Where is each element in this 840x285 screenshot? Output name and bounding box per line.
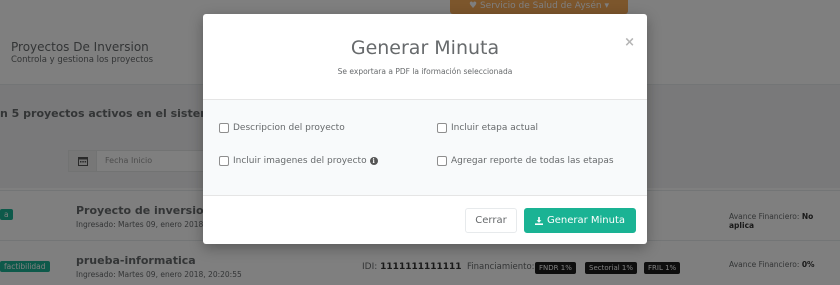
option-descripcion[interactable]: Descripcion del proyecto xyxy=(219,123,345,133)
checkbox[interactable] xyxy=(219,123,229,133)
generate-minuta-modal: × Generar Minuta Se exportara a PDF la i… xyxy=(203,14,647,244)
option-label: Incluir imagenes del proyecto xyxy=(233,156,367,166)
checkbox[interactable] xyxy=(437,156,447,166)
option-label: Descripcion del proyecto xyxy=(233,123,345,133)
option-label: Incluir etapa actual xyxy=(451,123,538,133)
generate-minuta-button[interactable]: Generar Minuta xyxy=(524,208,636,233)
checkbox[interactable] xyxy=(219,156,229,166)
checkbox[interactable] xyxy=(437,123,447,133)
option-etapa-actual[interactable]: Incluir etapa actual xyxy=(437,123,538,133)
modal-title: Generar Minuta xyxy=(350,37,500,59)
option-reporte-etapas[interactable]: Agregar reporte de todas las etapas xyxy=(437,156,614,166)
modal-body: Descripcion del proyecto Incluir etapa a… xyxy=(203,99,647,196)
modal-subtitle: Se exportara a PDF la iformación selecci… xyxy=(337,67,513,76)
option-imagenes[interactable]: Incluir imagenes del proyecto i xyxy=(219,156,378,166)
option-label: Agregar reporte de todas las etapas xyxy=(451,156,614,166)
generate-label: Generar Minuta xyxy=(546,215,626,226)
close-button[interactable]: Cerrar xyxy=(465,208,517,233)
modal-footer: Cerrar Generar Minuta xyxy=(203,196,647,244)
download-icon xyxy=(534,216,543,225)
info-icon[interactable]: i xyxy=(369,157,378,165)
